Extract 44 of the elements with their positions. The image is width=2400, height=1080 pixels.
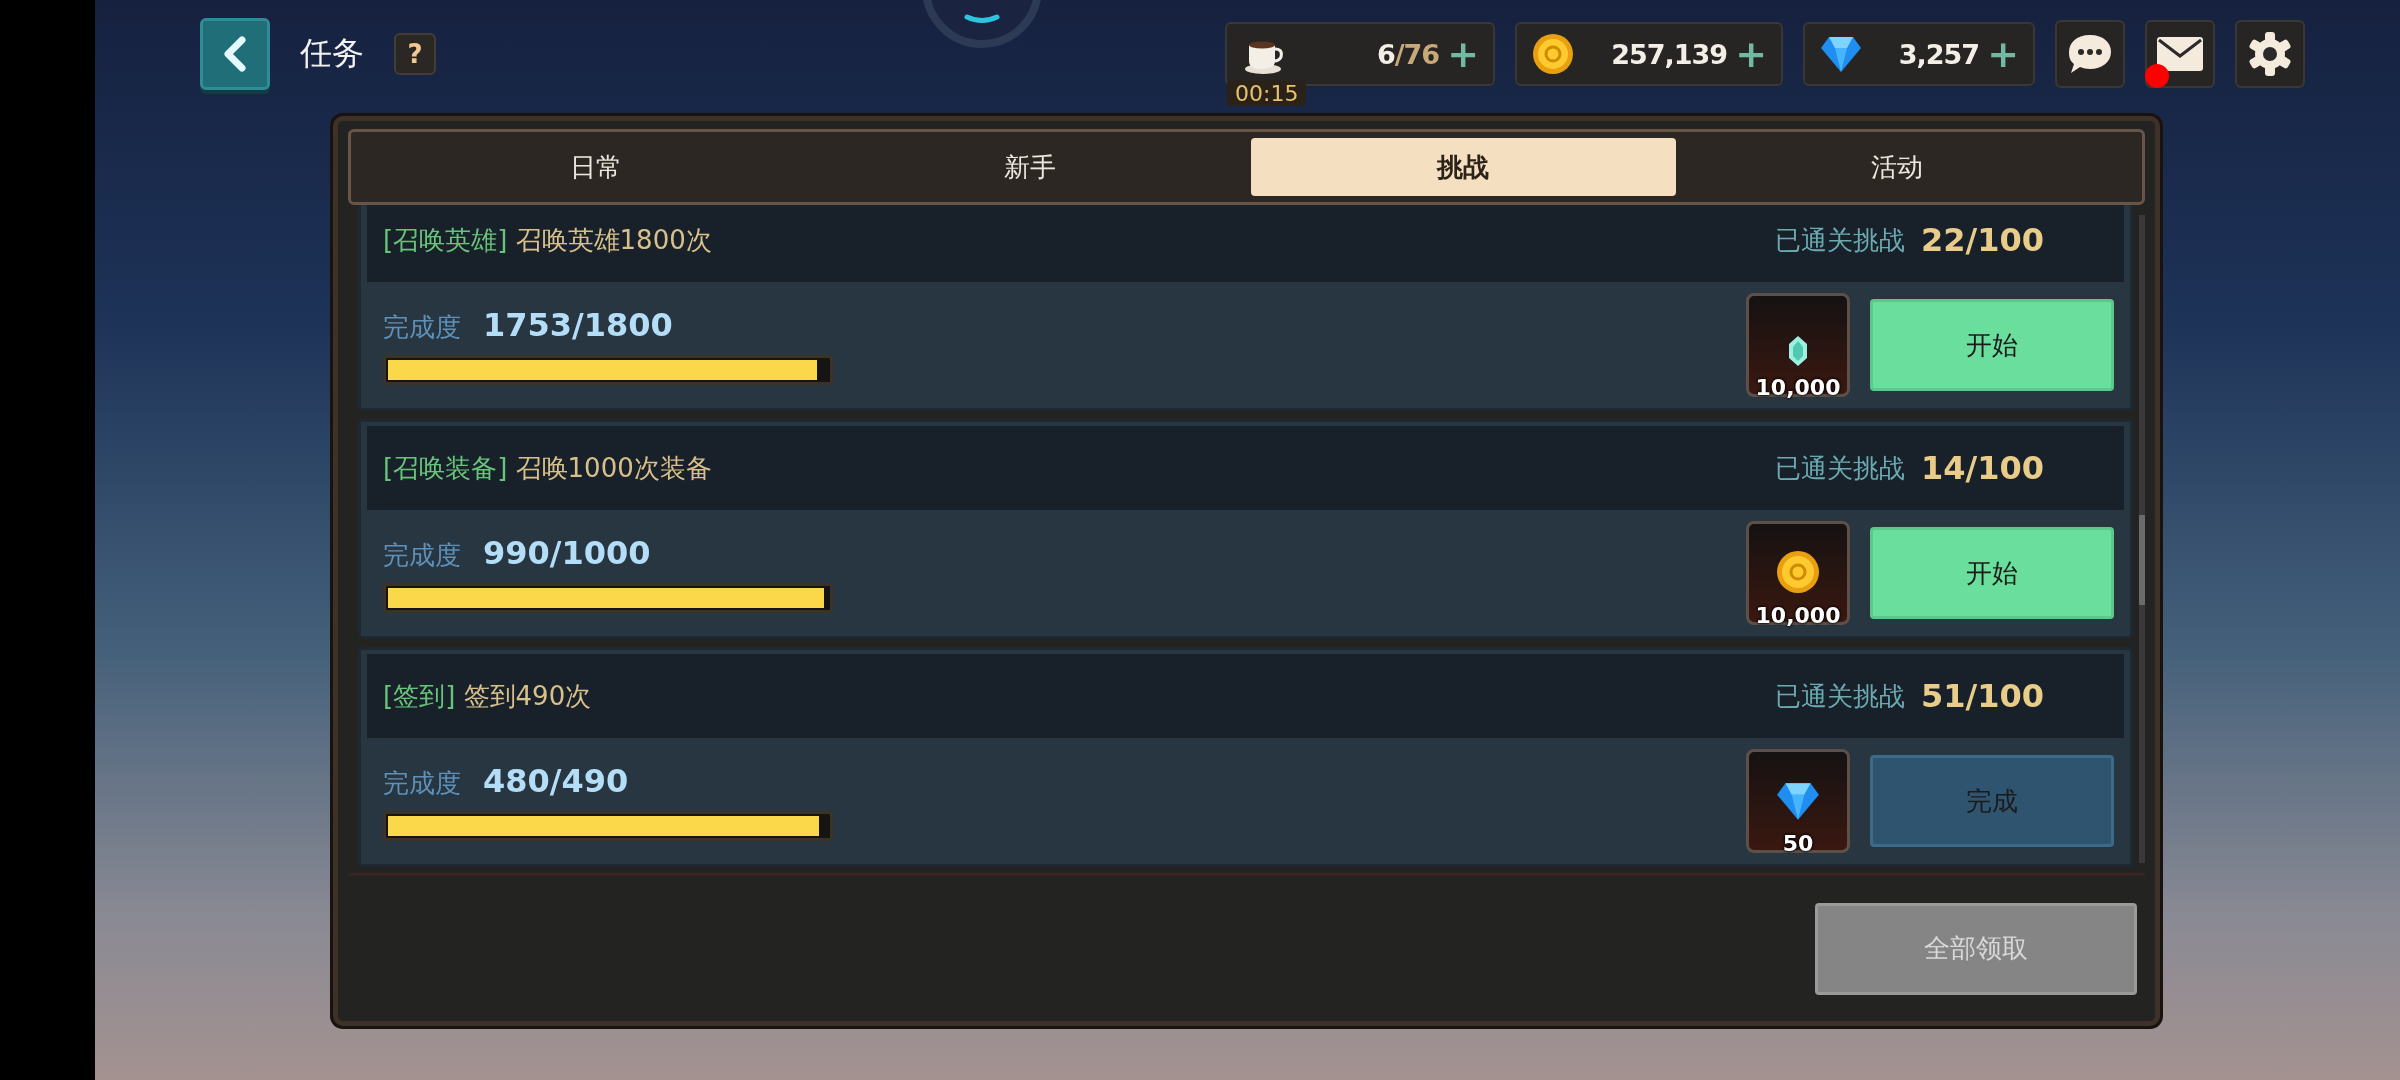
progress-count: 990/1000 (483, 533, 651, 572)
cleared-label: 已通关挑战 (1775, 451, 1905, 485)
progress-label: 完成度 (383, 310, 461, 344)
cleared-label: 已通关挑战 (1775, 223, 1905, 257)
progress-count: 480/490 (483, 761, 629, 800)
chat-bubble-icon (2066, 32, 2114, 76)
cleared-count: 14/100 (1921, 449, 2044, 487)
resource-amount: 257,139 (1610, 38, 1728, 70)
quest-title: [签到] 签到490次 (383, 679, 593, 713)
cleared-count: 22/100 (1921, 221, 2044, 259)
progress-count: 1753/1800 (483, 305, 673, 344)
resource-amount: 3,257 (1897, 38, 1980, 70)
add-button[interactable]: + (1727, 35, 1771, 73)
help-button[interactable]: ? (394, 33, 436, 75)
mail-button[interactable] (2145, 20, 2215, 88)
notification-dot (2145, 64, 2169, 88)
page-title: 任务 (300, 33, 364, 74)
refill-timer: 00:15 (1227, 81, 1307, 106)
quest-action-button[interactable]: 开始 (1870, 527, 2114, 619)
cleared-count: 51/100 (1921, 677, 2044, 715)
crystal-icon (1787, 335, 1809, 367)
add-button[interactable]: + (1439, 35, 1483, 73)
progress-label: 完成度 (383, 538, 461, 572)
tab[interactable]: 挑战 (1250, 138, 1677, 196)
settings-button[interactable] (2235, 20, 2305, 88)
reward-amount: 10,000 (1755, 375, 1841, 400)
tab[interactable]: 新手 (816, 138, 1243, 196)
quest-title: [召唤英雄] 召唤英雄1800次 (383, 223, 713, 257)
tab[interactable]: 日常 (383, 138, 809, 196)
resource-amount: 6/76 (1375, 38, 1440, 70)
quest-title: [召唤装备] 召唤1000次装备 (383, 451, 713, 485)
cleared-label: 已通关挑战 (1775, 679, 1905, 713)
add-button[interactable]: + (1979, 35, 2023, 73)
chat-button[interactable] (2055, 20, 2125, 88)
reward-amount: 10,000 (1755, 603, 1841, 628)
envelope-icon (2155, 34, 2205, 74)
coin-icon (1776, 549, 1820, 595)
settings-icon (2247, 31, 2293, 77)
tab[interactable]: 活动 (1684, 138, 2110, 196)
progress-label: 完成度 (383, 766, 461, 800)
diamond-icon (1819, 34, 1863, 74)
reward-amount: 50 (1782, 831, 1814, 856)
quest-action-button[interactable]: 开始 (1870, 299, 2114, 391)
coin-icon (1531, 32, 1575, 76)
